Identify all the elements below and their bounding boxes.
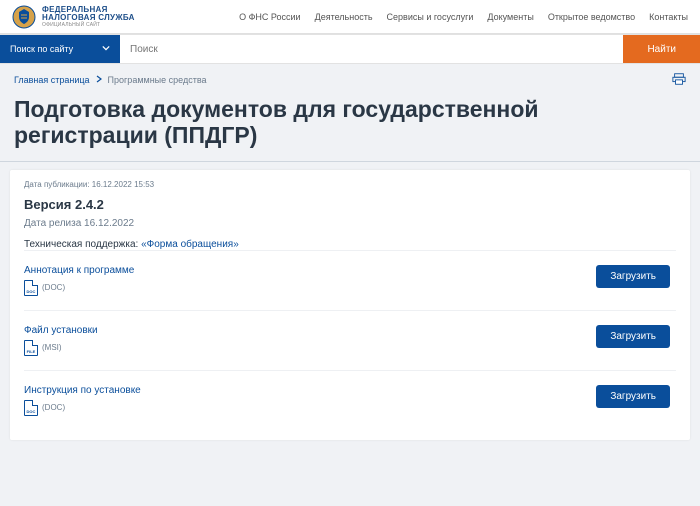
nav-activity[interactable]: Деятельность	[315, 12, 373, 22]
breadcrumb-home[interactable]: Главная страница	[14, 75, 90, 85]
divider	[0, 161, 700, 162]
site-logo[interactable]: ФЕДЕРАЛЬНАЯ НАЛОГОВАЯ СЛУЖБА ОФИЦИАЛЬНЫЙ…	[12, 5, 135, 29]
download-item: Инструкция по установке DOC (DOC) Загруз…	[24, 370, 676, 430]
page-title: Подготовка документов для государственно…	[0, 92, 700, 157]
nav-open[interactable]: Открытое ведомство	[548, 12, 635, 22]
nav-services[interactable]: Сервисы и госуслуги	[387, 12, 474, 22]
support-label: Техническая поддержка:	[24, 239, 138, 250]
breadcrumb: Главная страница Программные средства	[0, 64, 700, 92]
download-button[interactable]: Загрузить	[596, 325, 670, 348]
publication-date: Дата публикации: 16.12.2022 15:53	[24, 180, 676, 189]
content-card: Дата публикации: 16.12.2022 15:53 Версия…	[10, 170, 690, 440]
nav-about[interactable]: О ФНС России	[239, 12, 301, 22]
download-button[interactable]: Загрузить	[596, 385, 670, 408]
nav-contacts[interactable]: Контакты	[649, 12, 688, 22]
logo-text: ФЕДЕРАЛЬНАЯ НАЛОГОВАЯ СЛУЖБА ОФИЦИАЛЬНЫЙ…	[42, 6, 135, 28]
file-icon: DOC	[24, 280, 38, 296]
support-link[interactable]: «Форма обращения»	[141, 239, 239, 250]
download-item: Аннотация к программе DOC (DOC) Загрузит…	[24, 250, 676, 310]
top-nav: О ФНС России Деятельность Сервисы и госу…	[239, 12, 688, 22]
download-title[interactable]: Инструкция по установке	[24, 385, 141, 396]
download-ext: (DOC)	[42, 283, 65, 292]
version-heading: Версия 2.4.2	[24, 197, 676, 212]
release-date: Дата релиза 16.12.2022	[24, 218, 676, 229]
top-bar: ФЕДЕРАЛЬНАЯ НАЛОГОВАЯ СЛУЖБА ОФИЦИАЛЬНЫЙ…	[0, 0, 700, 34]
search-input[interactable]	[120, 35, 623, 63]
file-icon: FILE	[24, 340, 38, 356]
nav-documents[interactable]: Документы	[487, 12, 533, 22]
print-icon[interactable]	[672, 72, 686, 88]
file-icon: DOC	[24, 400, 38, 416]
download-ext: (MSI)	[42, 343, 62, 352]
download-item: Файл установки FILE (MSI) Загрузить	[24, 310, 676, 370]
download-ext: (DOC)	[42, 403, 65, 412]
download-button[interactable]: Загрузить	[596, 265, 670, 288]
chevron-right-icon	[96, 75, 102, 85]
support-line: Техническая поддержка: «Форма обращения»	[24, 239, 676, 250]
search-scope-label: Поиск по сайту	[10, 44, 73, 54]
search-bar: Поиск по сайту Найти	[0, 34, 700, 64]
breadcrumb-current: Программные средства	[108, 75, 207, 85]
download-title[interactable]: Файл установки	[24, 325, 98, 336]
emblem-icon	[12, 5, 36, 29]
search-scope-dropdown[interactable]: Поиск по сайту	[0, 35, 120, 63]
search-button[interactable]: Найти	[623, 35, 700, 63]
download-title[interactable]: Аннотация к программе	[24, 265, 134, 276]
chevron-down-icon	[102, 44, 110, 54]
